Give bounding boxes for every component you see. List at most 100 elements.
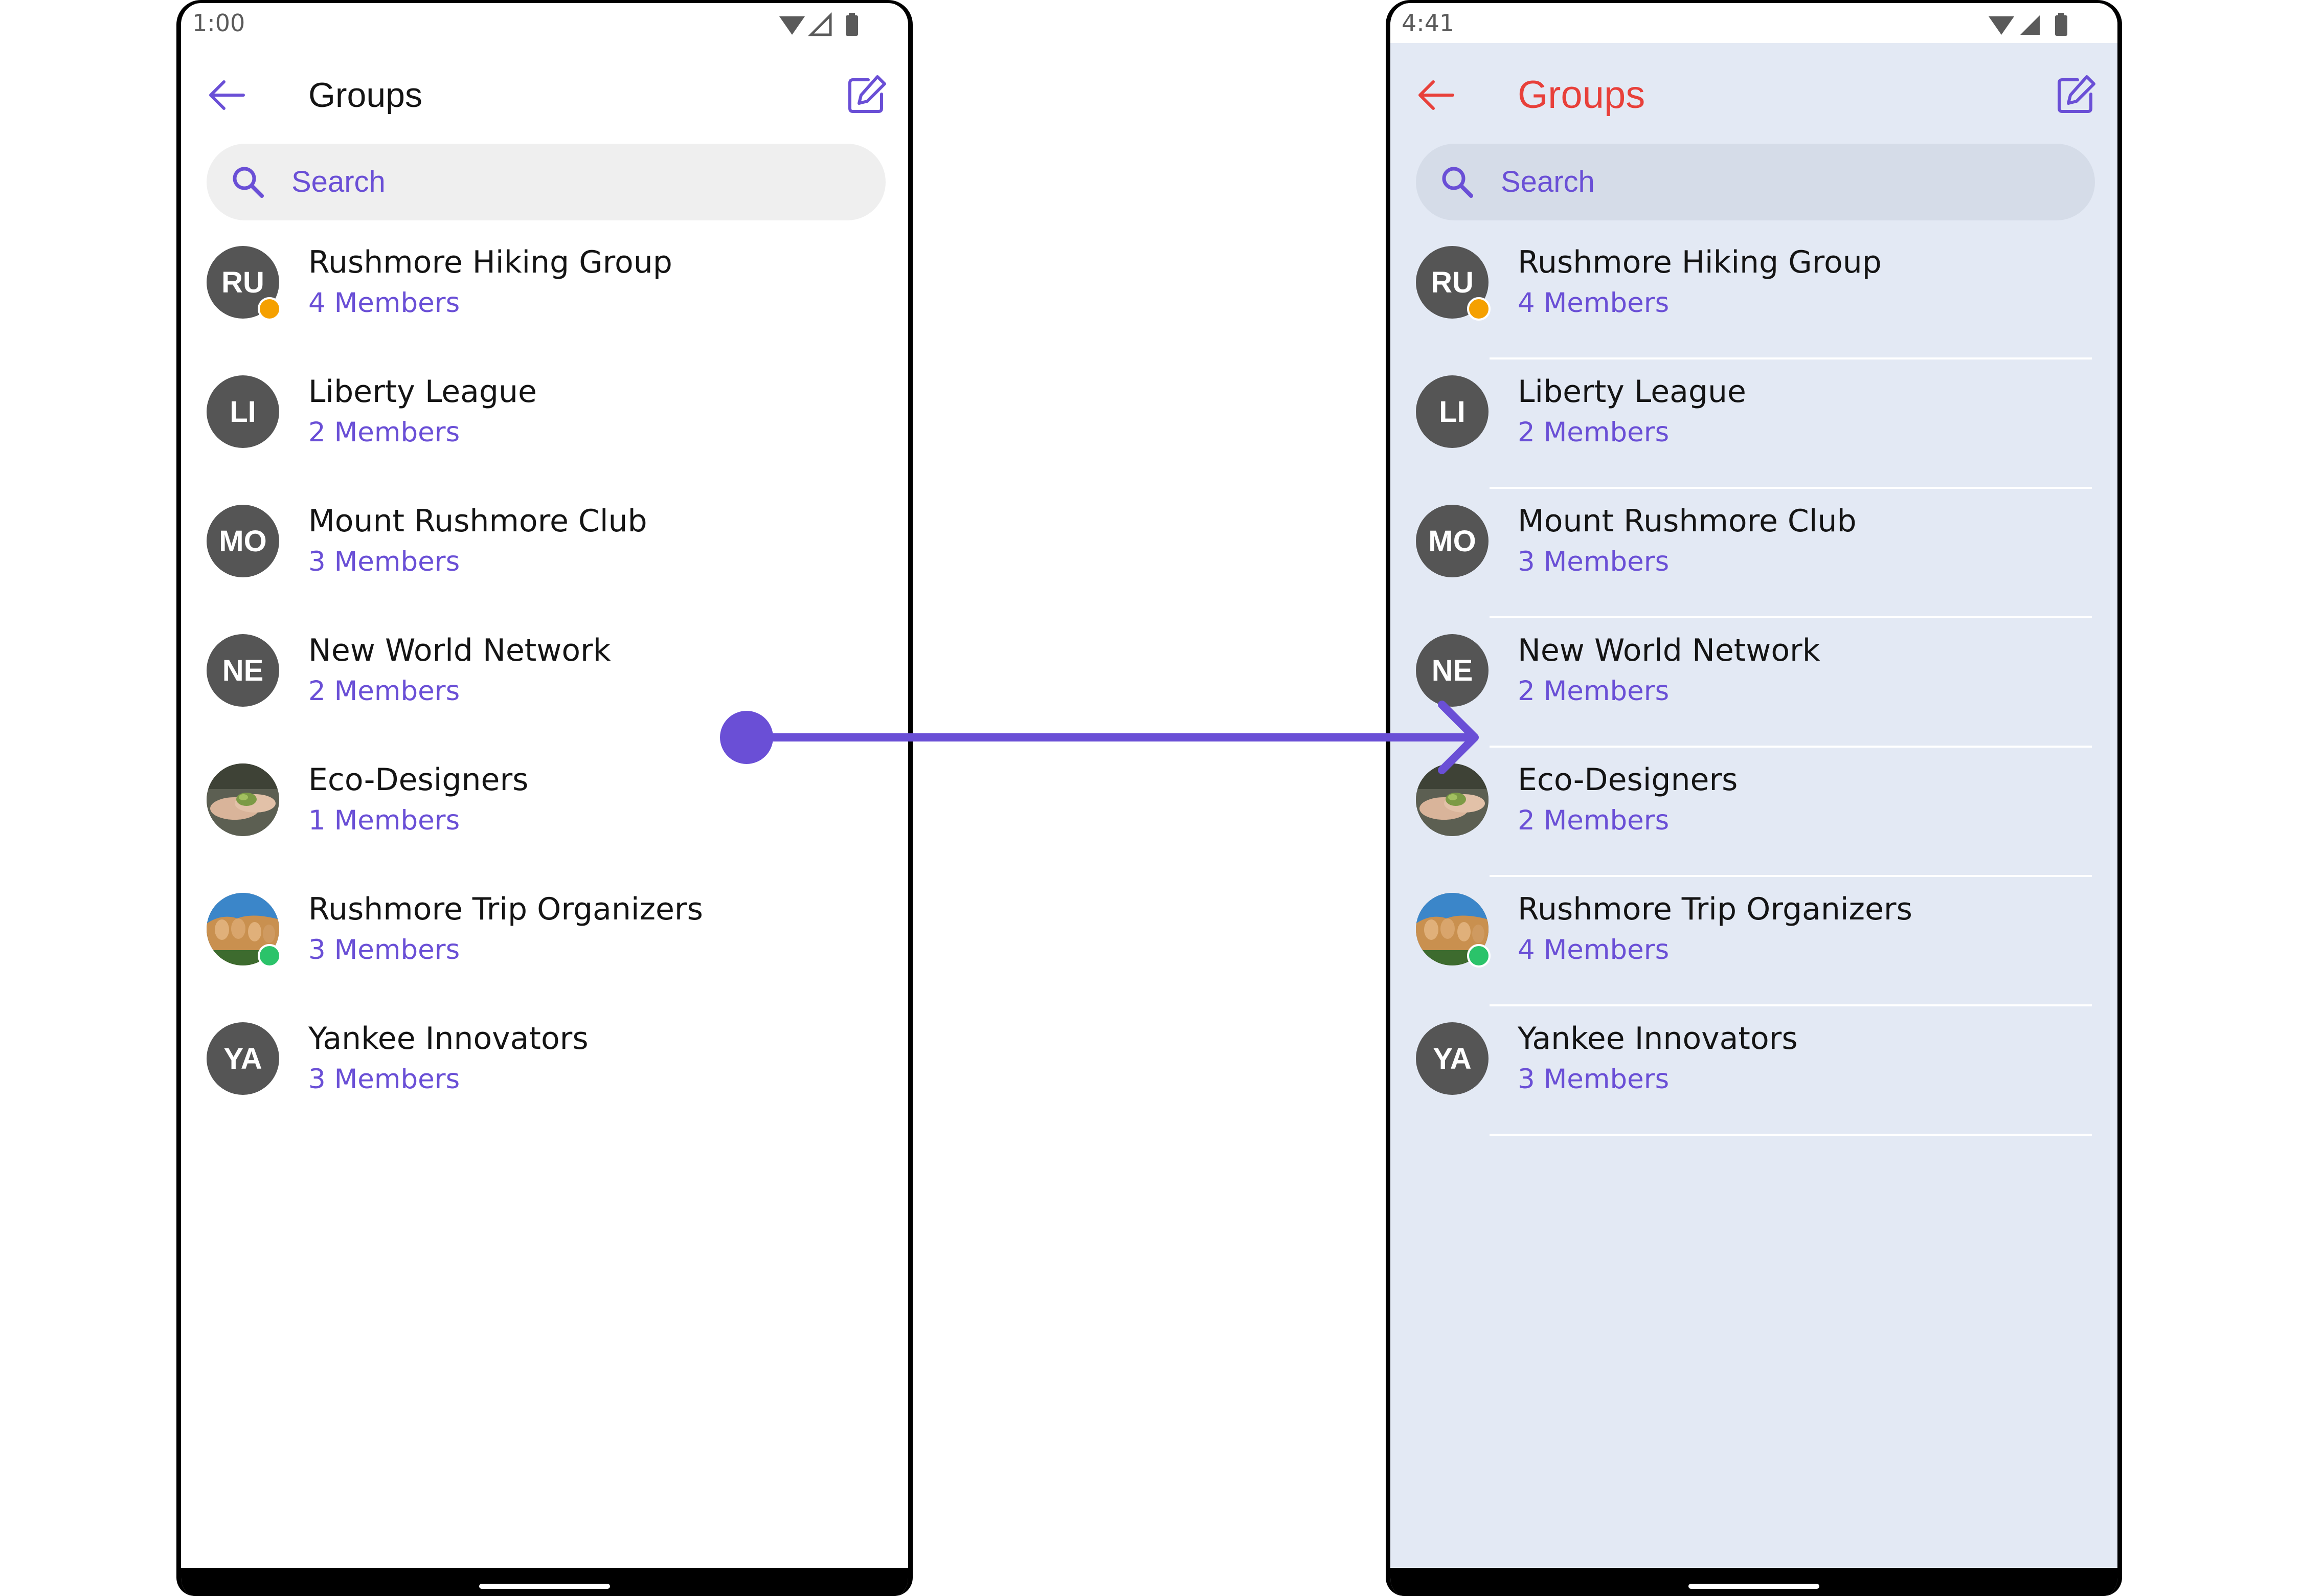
avatar: YA bbox=[1416, 1022, 1489, 1095]
member-count: 3 Members bbox=[1518, 1064, 1670, 1095]
group-row-rushmore-trip-organizers[interactable]: Rushmore Trip Organizers 4 Members bbox=[1390, 877, 2117, 1006]
group-name: Liberty League bbox=[1518, 374, 1746, 410]
avatar-initials: YA bbox=[223, 1042, 262, 1075]
group-list: RU Rushmore Hiking Group 4 Members LI Li… bbox=[1390, 230, 2117, 1136]
avatar bbox=[1416, 893, 1491, 968]
shield-icon bbox=[1467, 944, 1491, 968]
battery-icon bbox=[846, 15, 858, 36]
page-title: Groups bbox=[1518, 73, 1645, 117]
navigation-bar bbox=[1390, 1568, 2117, 1596]
wifi-icon bbox=[779, 16, 805, 35]
group-row-new-world-network[interactable]: NE New World Network 2 Members bbox=[1390, 618, 2117, 748]
member-count: 2 Members bbox=[1518, 805, 1670, 836]
member-count: 3 Members bbox=[308, 1064, 460, 1095]
edit-icon[interactable] bbox=[2055, 74, 2097, 116]
avatar-initials: NE bbox=[1431, 654, 1473, 687]
member-count: 3 Members bbox=[308, 546, 460, 577]
avatar-initials: RU bbox=[1431, 265, 1474, 299]
group-row-rushmore-trip-organizers[interactable]: Rushmore Trip Organizers 3 Members bbox=[181, 877, 908, 1006]
avatar bbox=[207, 893, 281, 968]
search-icon bbox=[1442, 167, 1473, 198]
group-name: Rushmore Hiking Group bbox=[1518, 244, 1882, 280]
hands-plant-photo bbox=[207, 763, 279, 836]
status-time: 1:00 bbox=[192, 9, 245, 37]
avatar: MO bbox=[207, 505, 279, 577]
group-row-eco-designers[interactable]: Eco-Designers 2 Members bbox=[1390, 748, 2117, 877]
avatar-initials: LI bbox=[1439, 395, 1465, 429]
lock-icon bbox=[1467, 297, 1491, 321]
group-name: Eco-Designers bbox=[1518, 762, 1738, 798]
avatar: NE bbox=[1416, 634, 1489, 707]
avatar: LI bbox=[1416, 375, 1489, 448]
arrow-left-icon[interactable] bbox=[1416, 75, 1457, 116]
group-row-eco-designers[interactable]: Eco-Designers 1 Members bbox=[181, 748, 908, 877]
battery-icon bbox=[2055, 15, 2067, 36]
member-count: 4 Members bbox=[1518, 934, 1670, 965]
group-name: Yankee Innovators bbox=[308, 1021, 589, 1056]
group-name: New World Network bbox=[1518, 633, 1820, 668]
app-bar: Groups bbox=[181, 43, 908, 145]
avatar bbox=[1416, 763, 1489, 836]
member-count: 3 Members bbox=[308, 934, 460, 965]
group-row-rushmore-hiking[interactable]: RU Rushmore Hiking Group 4 Members bbox=[181, 230, 908, 359]
search-placeholder: Search bbox=[1501, 165, 1595, 198]
group-row-new-world-network[interactable]: NE New World Network 2 Members bbox=[181, 618, 908, 748]
group-row-rushmore-hiking[interactable]: RU Rushmore Hiking Group 4 Members bbox=[1390, 230, 2117, 359]
group-row-liberty-league[interactable]: LI Liberty League 2 Members bbox=[181, 359, 908, 489]
signal-icon bbox=[2020, 15, 2040, 35]
search-icon bbox=[233, 167, 264, 198]
home-indicator[interactable] bbox=[479, 1584, 610, 1589]
phone-screen-customized: 4:41 Groups Search RU Rushmore Hiking Gr… bbox=[1386, 0, 2122, 1596]
wifi-icon bbox=[1989, 16, 2014, 35]
navigation-bar bbox=[181, 1568, 908, 1596]
avatar-initials: LI bbox=[230, 395, 256, 429]
group-row-yankee-innovators[interactable]: YA Yankee Innovators 3 Members bbox=[1390, 1006, 2117, 1136]
group-name: Rushmore Hiking Group bbox=[308, 244, 672, 280]
phone-screen-default: 1:00 Groups Search RU Rushmore Hiking Gr… bbox=[176, 0, 913, 1596]
member-count: 4 Members bbox=[1518, 287, 1670, 319]
status-bar: 4:41 bbox=[1390, 3, 2117, 43]
signal-icon bbox=[807, 12, 832, 36]
member-count: 2 Members bbox=[1518, 417, 1670, 448]
group-name: Eco-Designers bbox=[308, 762, 529, 798]
member-count: 4 Members bbox=[308, 287, 460, 319]
avatar-initials: NE bbox=[222, 654, 264, 687]
status-icons bbox=[1989, 13, 2067, 36]
app-bar: Groups bbox=[1390, 43, 2117, 145]
avatar-initials: MO bbox=[219, 524, 267, 558]
group-name: Mount Rushmore Club bbox=[308, 503, 647, 539]
status-time: 4:41 bbox=[1402, 9, 1455, 37]
group-name: Mount Rushmore Club bbox=[1518, 503, 1857, 539]
group-name: New World Network bbox=[308, 633, 611, 668]
home-indicator[interactable] bbox=[1688, 1584, 1819, 1589]
arrow-left-icon[interactable] bbox=[207, 75, 247, 116]
row-divider bbox=[1490, 1134, 2092, 1136]
group-list: RU Rushmore Hiking Group 4 Members LI Li… bbox=[181, 230, 908, 1136]
member-count: 2 Members bbox=[308, 676, 460, 707]
group-row-yankee-innovators[interactable]: YA Yankee Innovators 3 Members bbox=[181, 1006, 908, 1136]
group-name: Rushmore Trip Organizers bbox=[308, 891, 703, 927]
member-count: 2 Members bbox=[308, 417, 460, 448]
group-name: Liberty League bbox=[308, 374, 537, 410]
search-bar[interactable]: Search bbox=[1416, 144, 2095, 220]
search-bar[interactable]: Search bbox=[207, 144, 886, 220]
group-row-liberty-league[interactable]: LI Liberty League 2 Members bbox=[1390, 359, 2117, 489]
status-icons bbox=[779, 12, 858, 36]
group-row-mount-rushmore-club[interactable]: MO Mount Rushmore Club 3 Members bbox=[1390, 489, 2117, 618]
member-count: 3 Members bbox=[1518, 546, 1670, 577]
avatar-initials: MO bbox=[1428, 524, 1476, 558]
group-row-mount-rushmore-club[interactable]: MO Mount Rushmore Club 3 Members bbox=[181, 489, 908, 618]
shield-icon bbox=[258, 944, 281, 968]
avatar: MO bbox=[1416, 505, 1489, 577]
group-name: Rushmore Trip Organizers bbox=[1518, 891, 1912, 927]
avatar-initials: RU bbox=[221, 265, 264, 299]
avatar-initials: YA bbox=[1433, 1042, 1472, 1075]
avatar: YA bbox=[207, 1022, 279, 1095]
avatar: NE bbox=[207, 634, 279, 707]
avatar: RU bbox=[1416, 246, 1491, 321]
group-name: Yankee Innovators bbox=[1518, 1021, 1798, 1056]
avatar: LI bbox=[207, 375, 279, 448]
search-placeholder: Search bbox=[291, 165, 386, 198]
hands-plant-photo bbox=[1416, 763, 1489, 836]
edit-icon[interactable] bbox=[846, 74, 888, 116]
